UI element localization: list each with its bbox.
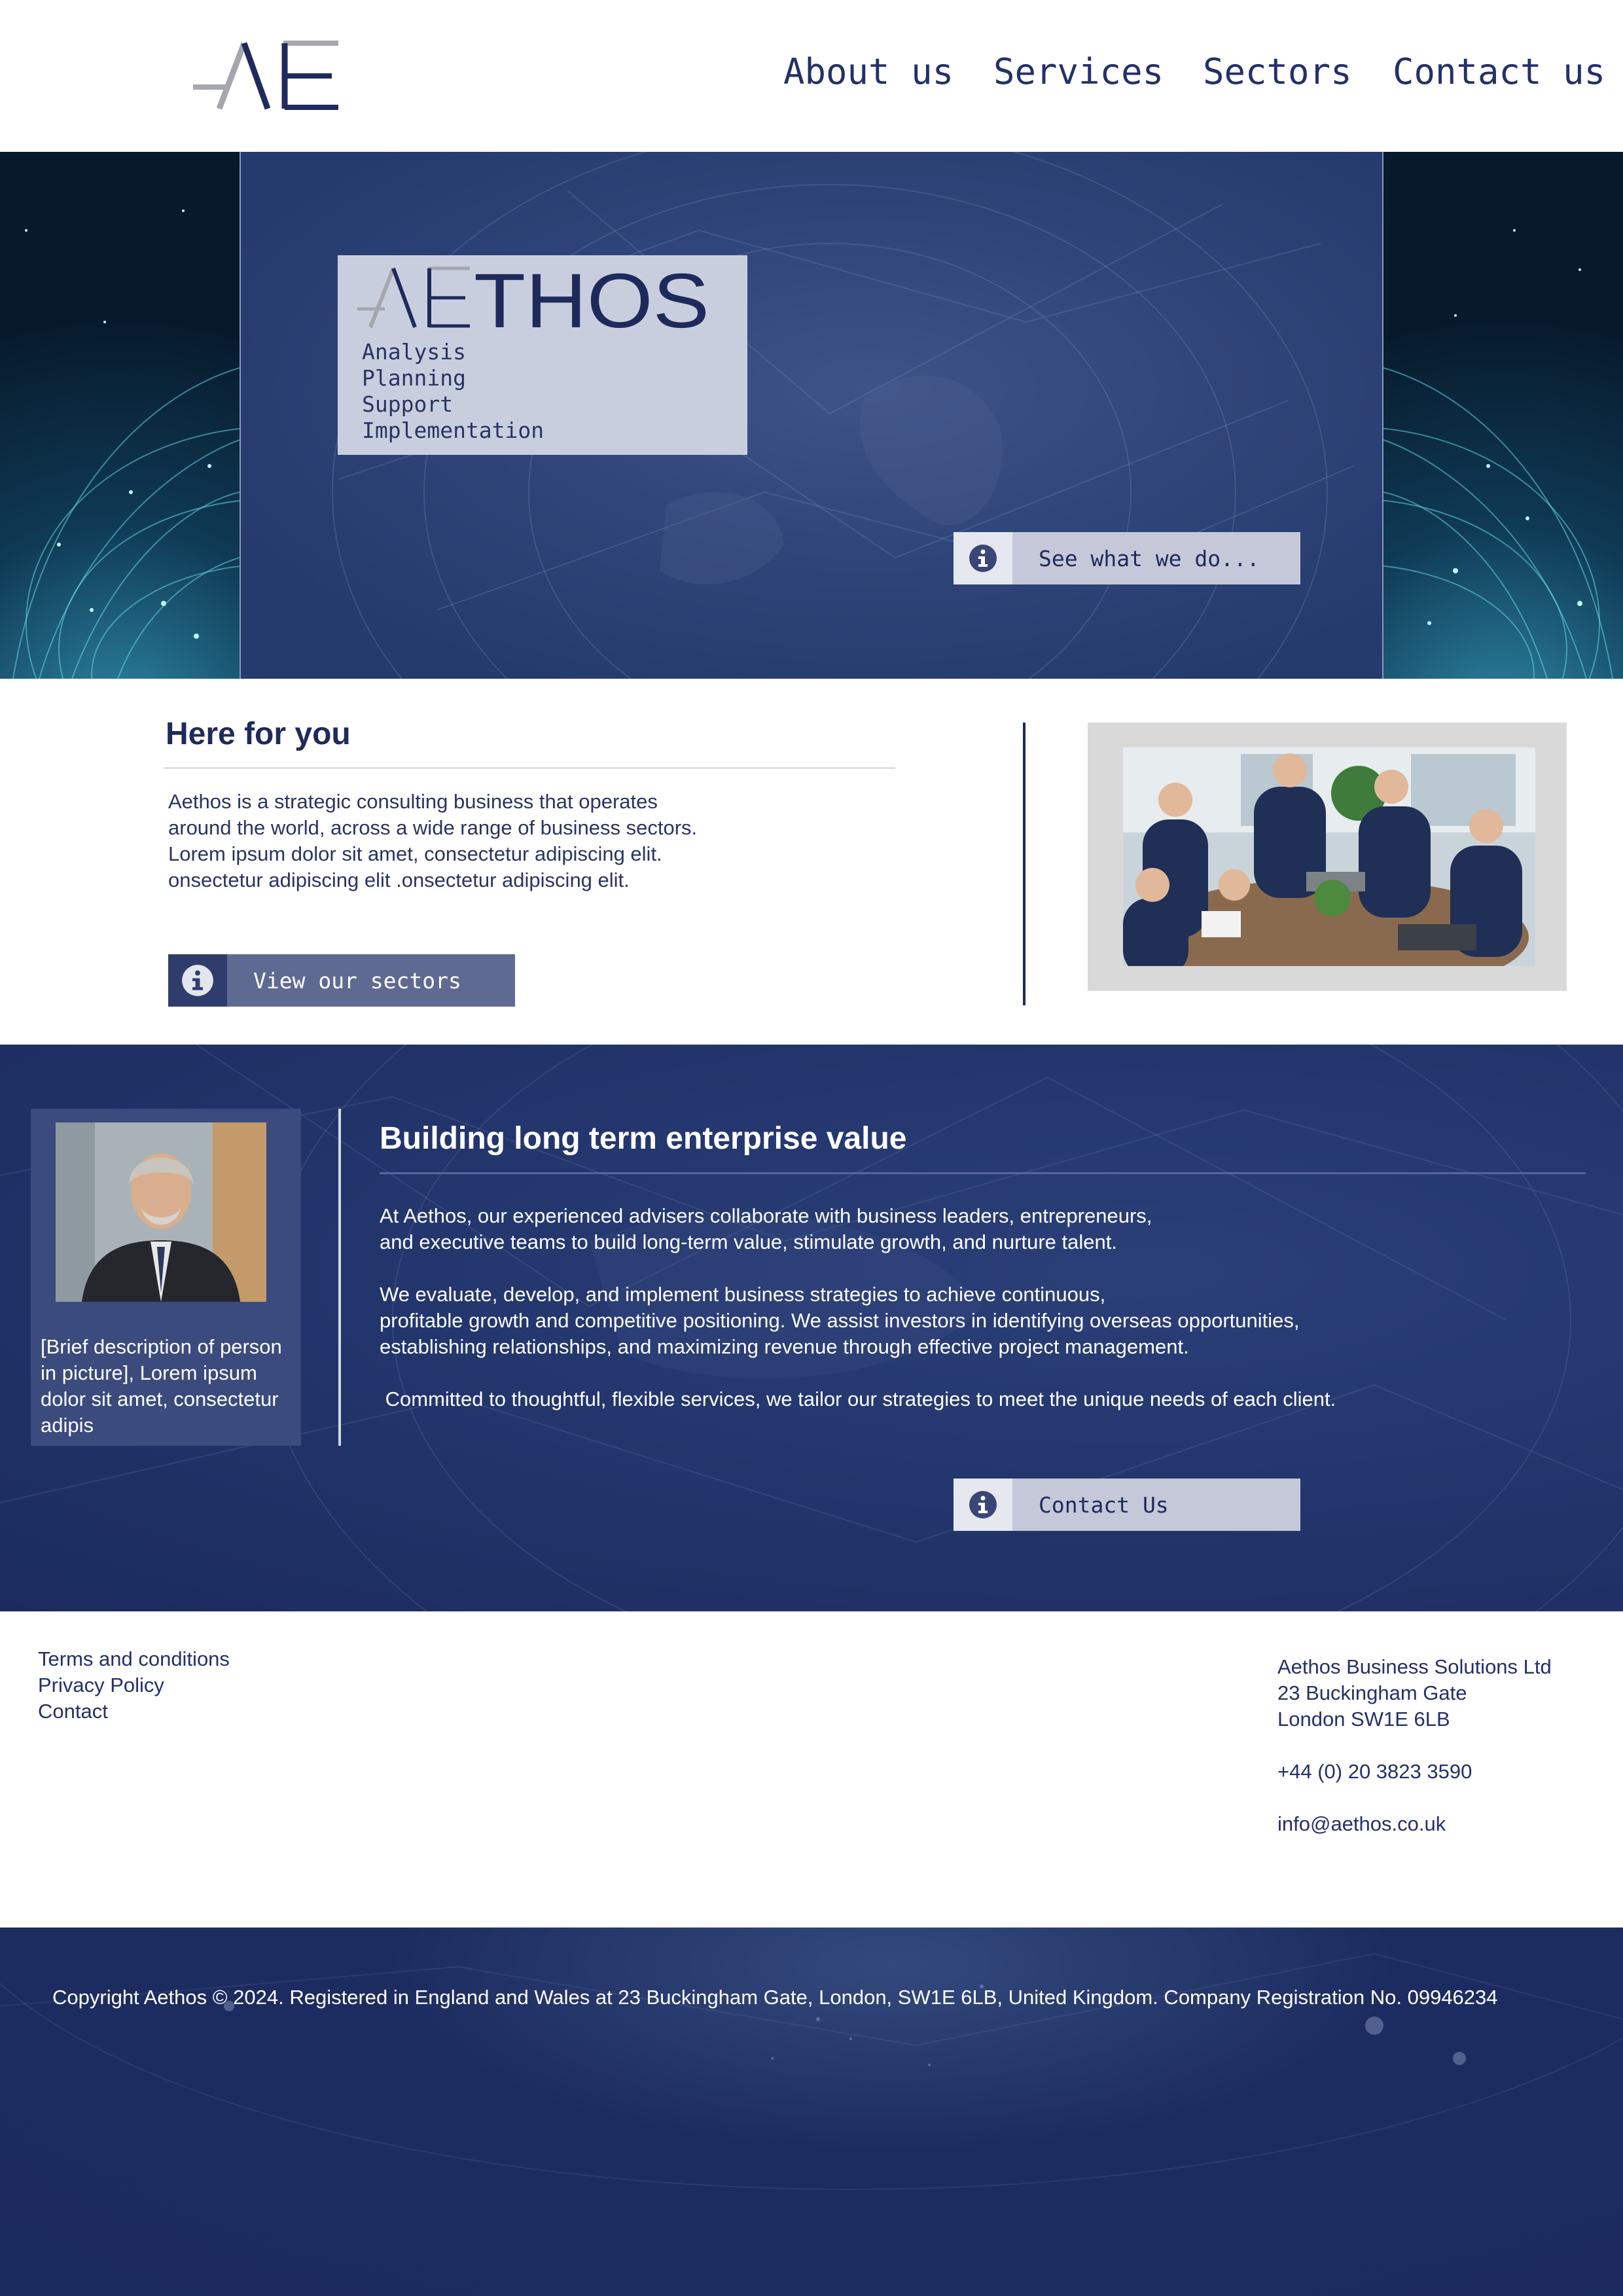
text-line: Committed to thoughtful, flexible servic… [380,1388,1336,1410]
address-line: London SW1E 6LB [1277,1708,1450,1731]
nav-contact-us[interactable]: Contact us [1393,51,1605,92]
email-address[interactable]: info@aethos.co.uk [1277,1811,1552,1837]
text-line: profitable growth and competitive positi… [380,1309,1300,1332]
nav-about-us[interactable]: About us [783,51,954,92]
text-line: and executive teams to build long-term v… [380,1230,1117,1253]
info-icon-box [954,1479,1012,1531]
company-address-block: Aethos Business Solutions Ltd 23 Bucking… [1277,1654,1552,1837]
network-globe-image-right [1383,152,1623,679]
nav-services[interactable]: Services [993,51,1164,92]
text-line: around the world, across a wide range of… [168,816,698,839]
vertical-divider [338,1109,341,1446]
services-list: Analysis Planning Support Implementation [362,339,544,444]
copyright-band [0,1928,1623,2296]
address-line: 23 Buckingham Gate [1277,1681,1467,1704]
aethos-wordmark-logo: THOS [357,263,709,335]
service-item: Implementation [362,418,544,443]
info-icon [969,545,997,572]
svg-text:THOS: THOS [474,263,709,335]
text-line: Lorem ipsum dolor sit amet, consectetur … [168,842,662,865]
info-icon [969,1491,997,1518]
network-globe-image-left [0,152,240,679]
text-line: Aethos is a strategic consulting busines… [168,790,658,813]
copyright-notice: Copyright Aethos © 2024. Registered in E… [52,1986,1498,2009]
terms-and-conditions-link[interactable]: Terms and conditions [38,1646,230,1672]
view-our-sectors-button[interactable]: View our sectors [168,954,515,1007]
heading-divider [380,1172,1586,1174]
contact-us-label: Contact Us [1012,1479,1300,1531]
hero-banner: THOS Analysis Planning Support Implement… [0,152,1623,679]
business-meeting-photo [1123,747,1535,966]
executive-portrait-photo [56,1122,266,1302]
here-for-you-heading: Here for you [166,717,351,751]
contact-us-button[interactable]: Contact Us [954,1479,1300,1531]
brand-card: THOS Analysis Planning Support Implement… [338,255,747,455]
nav-sectors[interactable]: Sectors [1203,51,1352,92]
info-icon-box [954,532,1012,584]
contact-link[interactable]: Contact [38,1698,230,1725]
site-header: About us Services Sectors Contact us [0,0,1623,152]
privacy-policy-link[interactable]: Privacy Policy [38,1672,230,1698]
view-our-sectors-label: View our sectors [227,954,515,1007]
footer-links: Terms and conditions Privacy Policy Cont… [38,1646,230,1725]
enterprise-value-heading: Building long term enterprise value [380,1121,907,1156]
service-item: Planning [362,365,466,391]
person-caption: [Brief description of person in picture]… [41,1335,282,1437]
company-name: Aethos Business Solutions Ltd [1277,1655,1552,1678]
vertical-divider [1023,723,1026,1005]
text-line: onsectetur adipiscing elit .onsectetur a… [168,869,630,891]
ae-logo-icon[interactable] [193,38,340,111]
info-icon-box [168,954,227,1007]
text-line: At Aethos, our experienced advisers coll… [380,1204,1152,1227]
phone-number[interactable]: +44 (0) 20 3823 3590 [1277,1759,1552,1785]
service-item: Support [362,391,454,417]
see-what-we-do-button[interactable]: See what we do... [954,532,1300,584]
enterprise-value-text: At Aethos, our experienced advisers coll… [380,1203,1492,1412]
see-what-we-do-label: See what we do... [1012,532,1300,584]
service-item: Analysis [362,339,466,365]
text-line: We evaluate, develop, and implement busi… [380,1283,1106,1306]
heading-divider [164,767,895,769]
text-line: establishing relationships, and maximizi… [380,1335,1189,1358]
info-icon [182,965,213,996]
here-for-you-text: Aethos is a strategic consulting busines… [168,789,731,893]
